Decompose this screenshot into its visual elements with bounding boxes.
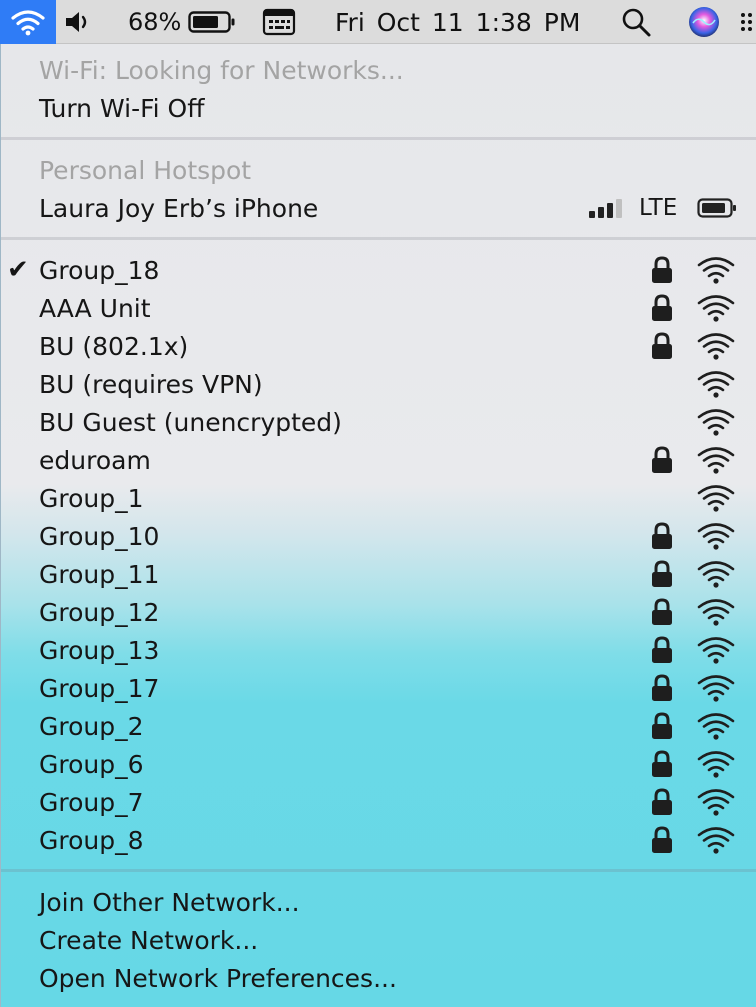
lock-icon: [651, 332, 673, 364]
keyboard-icon[interactable]: [262, 0, 298, 44]
network-name: Group_12: [39, 597, 160, 627]
lock-icon: [651, 750, 673, 782]
wifi-signal-icon: [696, 749, 736, 783]
personal-hotspot-header: Personal Hotspot: [1, 151, 756, 189]
network-name: Group_2: [39, 711, 144, 741]
lock-icon: [651, 788, 673, 820]
network-name: Group_8: [39, 825, 144, 855]
siri-icon[interactable]: [688, 0, 722, 44]
network-name: BU (802.1x): [39, 331, 189, 361]
menubar-clock[interactable]: Fri Oct 11 1:38 PM: [335, 0, 580, 44]
hotspot-device-item[interactable]: Laura Joy Erb’s iPhone LTE: [1, 189, 756, 227]
network-name: Group_1: [39, 483, 144, 513]
wifi-signal-icon: [696, 711, 736, 745]
wifi-menu-button[interactable]: [0, 0, 56, 44]
network-item[interactable]: Group_7: [1, 783, 756, 821]
wifi-signal-icon: [696, 597, 736, 631]
menu-separator: [1, 137, 756, 140]
phone-battery-icon: [697, 198, 736, 218]
join-other-network-label: Join Other Network...: [39, 887, 300, 917]
lock-icon: [651, 256, 673, 288]
wifi-signal-icon: [696, 787, 736, 821]
network-name: Group_13: [39, 635, 160, 665]
network-name: AAA Unit: [39, 293, 151, 323]
network-item[interactable]: Group_17: [1, 669, 756, 707]
network-item[interactable]: Group_11: [1, 555, 756, 593]
create-network-label: Create Network...: [39, 925, 259, 955]
battery-icon[interactable]: [188, 0, 238, 44]
network-item[interactable]: Group_13: [1, 631, 756, 669]
wifi-signal-icon: [696, 445, 736, 479]
wifi-status: Wi-Fi: Looking for Networks...: [1, 51, 756, 89]
turn-wifi-off-label: Turn Wi-Fi Off: [39, 93, 205, 123]
network-item[interactable]: Group_6: [1, 745, 756, 783]
network-name: Group_18: [39, 255, 160, 285]
cellular-signal-icon: [589, 199, 622, 218]
network-name: BU (requires VPN): [39, 369, 263, 399]
wifi-signal-icon: [696, 559, 736, 593]
network-name: Group_11: [39, 559, 160, 589]
wifi-signal-icon: [696, 673, 736, 707]
lock-icon: [651, 294, 673, 326]
hotspot-device-name: Laura Joy Erb’s iPhone: [39, 193, 319, 223]
create-network-item[interactable]: Create Network...: [1, 921, 756, 959]
network-item[interactable]: AAA Unit: [1, 289, 756, 327]
wifi-signal-icon: [696, 635, 736, 669]
wifi-signal-icon: [696, 369, 736, 403]
network-item[interactable]: Group_2: [1, 707, 756, 745]
network-item[interactable]: BU (802.1x): [1, 327, 756, 365]
network-name: Group_10: [39, 521, 160, 551]
search-icon[interactable]: [620, 0, 656, 44]
personal-hotspot-label: Personal Hotspot: [39, 155, 252, 185]
menu-separator: [1, 869, 756, 872]
volume-icon[interactable]: [64, 0, 98, 44]
battery-percent[interactable]: 68%: [128, 0, 181, 44]
join-other-network-item[interactable]: Join Other Network...: [1, 883, 756, 921]
wifi-signal-icon: [696, 825, 736, 859]
lock-icon: [651, 826, 673, 858]
lock-icon: [651, 674, 673, 706]
lock-icon: [651, 446, 673, 478]
network-name: Group_7: [39, 787, 144, 817]
network-item[interactable]: BU Guest (unencrypted): [1, 403, 756, 441]
lock-icon: [651, 560, 673, 592]
turn-wifi-off-item[interactable]: Turn Wi-Fi Off: [1, 89, 756, 127]
open-network-preferences-item[interactable]: Open Network Preferences...: [1, 959, 756, 997]
wifi-status-label: Wi-Fi: Looking for Networks...: [39, 55, 404, 85]
lock-icon: [651, 598, 673, 630]
network-name: BU Guest (unencrypted): [39, 407, 342, 437]
checkmark-icon: ✔: [7, 255, 29, 285]
lock-icon: [651, 636, 673, 668]
wifi-icon: [11, 10, 45, 36]
network-item[interactable]: ✔ Group_18: [1, 251, 756, 289]
wifi-signal-icon: [696, 407, 736, 441]
lock-icon: [651, 522, 673, 554]
network-item[interactable]: Group_12: [1, 593, 756, 631]
wifi-dropdown-menu: Wi-Fi: Looking for Networks... Turn Wi-F…: [0, 44, 756, 1007]
control-center-icon[interactable]: [740, 0, 756, 44]
network-item[interactable]: eduroam: [1, 441, 756, 479]
network-name: Group_6: [39, 749, 144, 779]
network-item[interactable]: Group_1: [1, 479, 756, 517]
wifi-signal-icon: [696, 293, 736, 327]
wifi-signal-icon: [696, 483, 736, 517]
wifi-signal-icon: [696, 521, 736, 555]
network-item[interactable]: Group_8: [1, 821, 756, 859]
wifi-signal-icon: [696, 255, 736, 289]
open-network-preferences-label: Open Network Preferences...: [39, 963, 397, 993]
menu-bar: 68% Fri Oct 11 1:38 PM: [0, 0, 756, 44]
lock-icon: [651, 712, 673, 744]
connection-type: LTE: [639, 195, 678, 221]
menu-separator: [1, 237, 756, 240]
network-item[interactable]: BU (requires VPN): [1, 365, 756, 403]
wifi-signal-icon: [696, 331, 736, 365]
network-item[interactable]: Group_10: [1, 517, 756, 555]
network-name: Group_17: [39, 673, 160, 703]
network-name: eduroam: [39, 445, 151, 475]
